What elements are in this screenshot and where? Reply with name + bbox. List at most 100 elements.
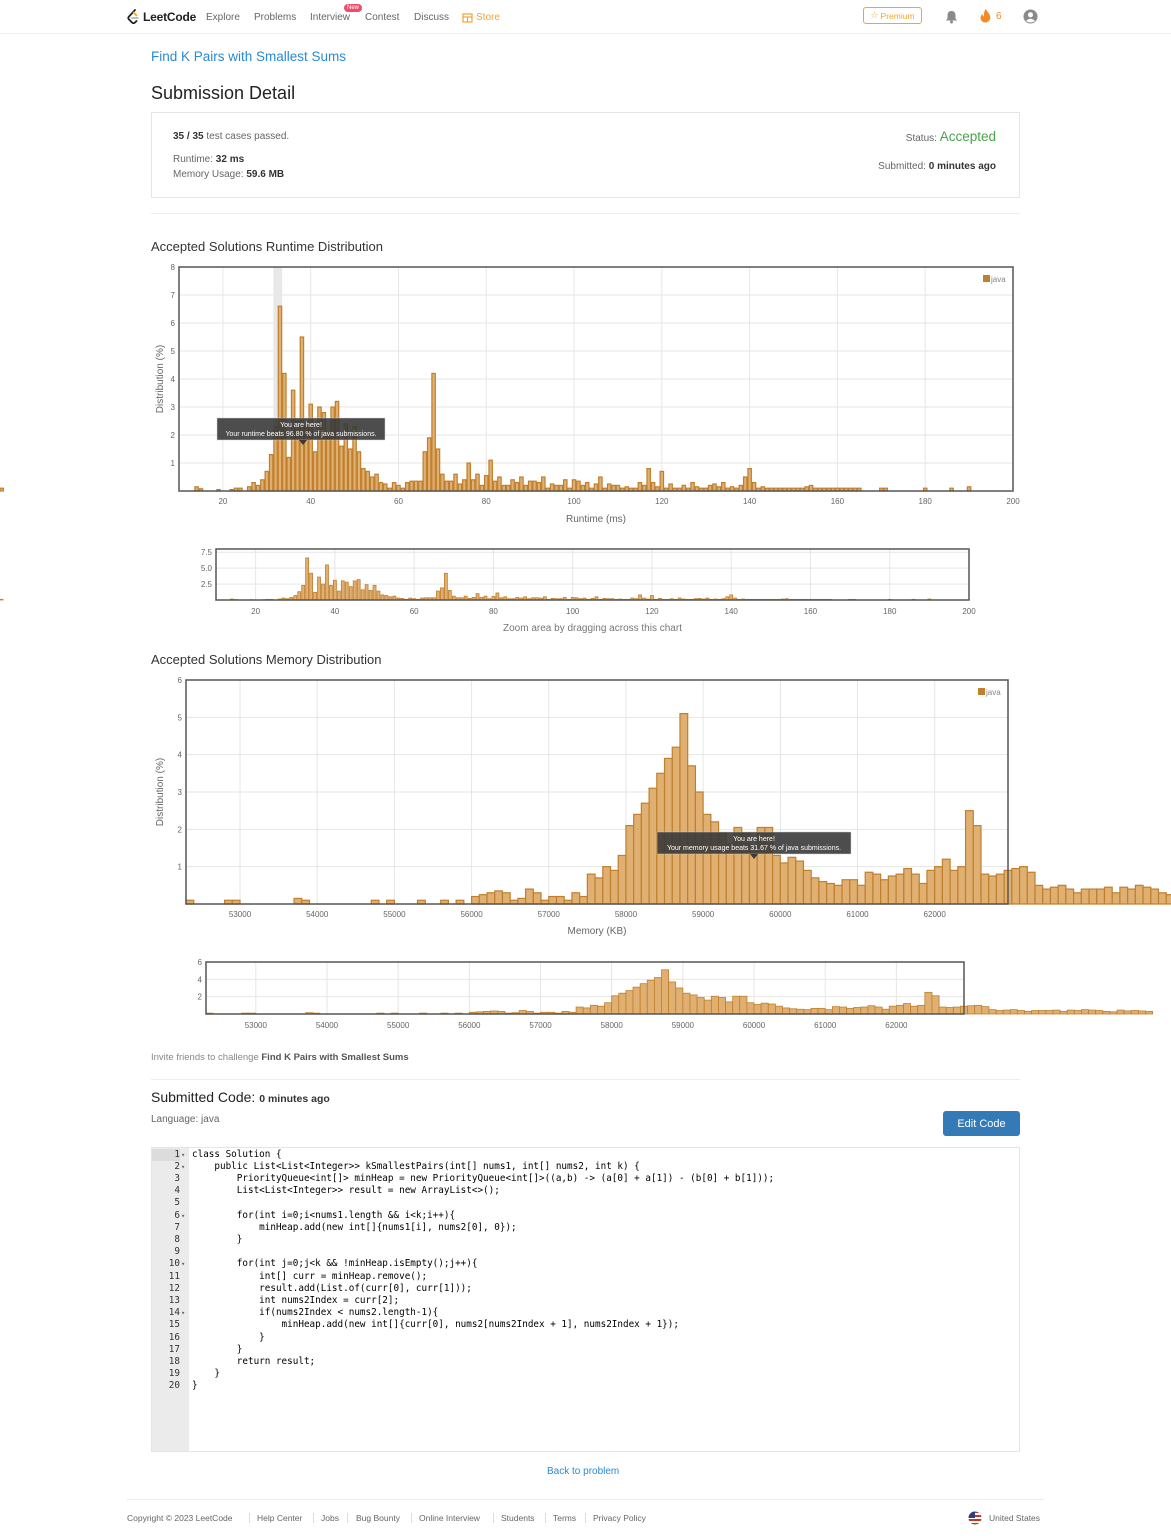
fold-toggle-icon[interactable]: ▾: [181, 1149, 185, 1161]
code-line[interactable]: 19 }: [152, 1368, 1019, 1380]
footer-link-students[interactable]: Students: [501, 1513, 535, 1523]
distribution-bar: [609, 869, 619, 905]
distribution-bar: [650, 482, 656, 492]
distribution-bar: [1042, 888, 1052, 905]
runtime-zoom-navigator[interactable]: 20 40 60 80 100 120 140 160 180 200 2.5 5.0 7.5 Zoom …: [0, 540, 1171, 640]
distribution-bar: [703, 999, 712, 1015]
nav-explore[interactable]: Explore: [206, 12, 240, 23]
code-line[interactable]: 3 PriorityQueue<int[]> minHeap = new Pri…: [152, 1173, 1019, 1185]
code-line[interactable]: 18 return result;: [152, 1356, 1019, 1368]
nav-interview[interactable]: Interview: [310, 12, 350, 23]
y-tick-label: 3: [178, 788, 183, 797]
y-tick-label: 4: [178, 751, 183, 760]
code-line[interactable]: 15 minHeap.add(new int[]{curr[0], nums2[…: [152, 1319, 1019, 1331]
code-line[interactable]: 14 ▾ if(nums2Index < nums2.length-1){: [152, 1307, 1019, 1319]
footer-link-terms[interactable]: Terms: [553, 1513, 576, 1523]
code-editor[interactable]: 1 ▾ class Solution {2 ▾ public List<List<In…: [151, 1147, 1020, 1452]
distribution-bar: [1145, 1011, 1154, 1015]
y-tick-label: 5: [178, 713, 183, 722]
back-to-problem-link[interactable]: Back to problem: [547, 1466, 619, 1477]
code-line[interactable]: 12 result.add(List.of(curr[0], curr[1]))…: [152, 1283, 1019, 1295]
distribution-bar: [486, 892, 496, 905]
code-line[interactable]: 7 minHeap.add(new int[]{nums1[i], nums2[…: [152, 1222, 1019, 1234]
premium-button[interactable]: ☆ Premium: [863, 7, 922, 24]
code-line[interactable]: 16 }: [152, 1332, 1019, 1344]
code-line[interactable]: 2 ▾ public List<List<Integer>> kSmallestP…: [152, 1161, 1019, 1173]
distribution-bar: [690, 482, 695, 492]
x-tick-label: 200: [962, 607, 976, 616]
code-text: }: [192, 1380, 198, 1392]
code-line[interactable]: 4 List<List<Integer>> result = new Array…: [152, 1185, 1019, 1197]
premium-label: Premium: [880, 10, 915, 21]
distribution-bar: [839, 1006, 847, 1015]
distribution-bar: [447, 590, 452, 601]
fold-toggle-icon[interactable]: ▾: [181, 1161, 185, 1173]
footer-link-bug-bounty[interactable]: Bug Bounty: [356, 1513, 400, 1523]
y-tick-label: 5: [171, 347, 176, 356]
code-line[interactable]: 8 }: [152, 1234, 1019, 1246]
distribution-bar: [1127, 888, 1136, 905]
nav-discuss[interactable]: Discuss: [414, 12, 449, 23]
memory-distribution-chart[interactable]: 53000 54000 55000 56000 57000 58000 59000 60000…: [0, 668, 1171, 948]
footer-link-online-interview[interactable]: Online Interview: [419, 1513, 480, 1523]
line-number: 9: [174, 1246, 180, 1258]
edit-code-button[interactable]: Edit Code: [943, 1111, 1020, 1136]
user-avatar-icon[interactable]: [1023, 9, 1038, 24]
submitted-value: 0 minutes ago: [928, 161, 996, 172]
fold-toggle-icon[interactable]: ▾: [181, 1210, 185, 1222]
distribution-bar: [313, 591, 317, 601]
nav-contest[interactable]: Contest: [365, 12, 399, 23]
nav-store[interactable]: Store: [462, 12, 500, 23]
top-navbar: LeetCode Explore Problems Interview New …: [0, 0, 1171, 34]
distribution-bar: [594, 877, 604, 905]
code-line[interactable]: 1 ▾ class Solution {: [152, 1148, 1019, 1161]
distribution-bar: [640, 802, 650, 905]
code-line[interactable]: 17 }: [152, 1344, 1019, 1356]
code-line[interactable]: 13 int nums2Index = curr[2];: [152, 1295, 1019, 1307]
code-line[interactable]: 5: [152, 1197, 1019, 1209]
code-line[interactable]: 6 ▾ for(int i=0;i<nums1.length && i<k;i++…: [152, 1210, 1019, 1222]
code-line[interactable]: 9: [152, 1246, 1019, 1258]
fold-toggle-icon[interactable]: ▾: [181, 1307, 185, 1319]
distribution-bar: [1016, 1010, 1025, 1015]
x-tick-label: 120: [645, 607, 659, 616]
distribution-bar: [1111, 892, 1121, 905]
bell-icon[interactable]: [945, 10, 958, 24]
invite-problem-name[interactable]: Find K Pairs with Smallest Sums: [261, 1052, 408, 1063]
streak-count[interactable]: 6: [996, 11, 1002, 22]
distribution-bar: [470, 895, 480, 905]
fold-toggle-icon[interactable]: ▾: [181, 1258, 185, 1270]
distribution-bar: [347, 448, 353, 492]
distribution-bar: [409, 480, 414, 492]
distribution-bar: [523, 484, 529, 492]
x-tick-label: 61000: [846, 910, 869, 919]
us-flag-icon[interactable]: [968, 1511, 982, 1525]
footer-link-help-center[interactable]: Help Center: [257, 1513, 302, 1523]
footer-divider: [127, 1499, 1044, 1500]
distribution-bar: [1142, 886, 1152, 905]
distribution-bar: [308, 403, 313, 492]
distribution-bar: [475, 473, 480, 492]
distribution-bar: [426, 437, 432, 492]
code-line[interactable]: 11 int[] curr = minHeap.remove();: [152, 1271, 1019, 1283]
distribution-bar: [519, 476, 524, 492]
distribution-bar: [422, 451, 428, 492]
memory-zoom-navigator[interactable]: 53000 54000 55000 56000 57000 58000 59000 60000…: [0, 953, 1171, 1053]
code-line[interactable]: 10 ▾ for(int j=0;j<k && !minHeap.isEmpty(…: [152, 1258, 1019, 1270]
runtime-distribution-chart[interactable]: 20 40 60 80 100 120 140 160 180 200 1 2 3 4 5 6 7 8 Runtim…: [0, 255, 1171, 535]
distribution-bar: [681, 484, 687, 492]
footer-link-jobs[interactable]: Jobs: [321, 1513, 339, 1523]
footer-region[interactable]: United States: [989, 1513, 1040, 1523]
distribution-bar: [1157, 892, 1167, 905]
distribution-bar: [1123, 1010, 1132, 1015]
leetcode-logo[interactable]: LeetCode: [127, 7, 196, 27]
distribution-bar: [488, 459, 493, 492]
problem-title-link[interactable]: Find K Pairs with Smallest Sums: [151, 49, 346, 64]
fire-icon[interactable]: [979, 8, 992, 23]
nav-problems[interactable]: Problems: [254, 12, 296, 23]
code-line[interactable]: 20}: [152, 1380, 1019, 1392]
distribution-bar: [514, 482, 520, 492]
distribution-bar: [663, 757, 673, 905]
x-tick-label: 57000: [538, 910, 561, 919]
footer-link-privacy-policy[interactable]: Privacy Policy: [593, 1513, 646, 1523]
